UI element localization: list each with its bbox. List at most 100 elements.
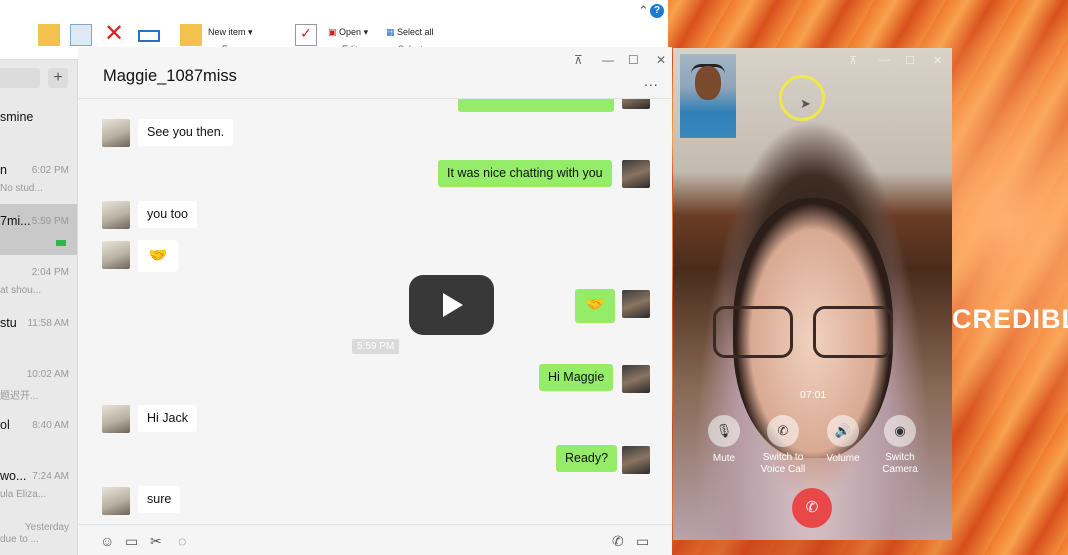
help-icon[interactable]: ?: [650, 4, 664, 18]
chat-item-preview: ula Eliza...: [0, 489, 47, 500]
chat-item-time: 2:04 PM: [31, 267, 69, 278]
folder-icon[interactable]: ▭: [125, 533, 138, 550]
avatar[interactable]: [622, 446, 650, 474]
hang-up-button[interactable]: ✆: [792, 488, 832, 528]
avatar[interactable]: [102, 487, 130, 515]
chat-toolbar: ☺ ▭ ✂ ◌ ✆ ▭: [78, 524, 672, 555]
chat-list-item[interactable]: ol 8:40 AM: [0, 408, 77, 459]
chat-item-name: n: [0, 163, 7, 177]
message-bubble-in: Hi Jack: [138, 405, 197, 432]
move-to-icon[interactable]: [38, 24, 60, 46]
minimize-icon[interactable]: —: [602, 53, 614, 67]
chat-list-sidebar: + smine n 6:02 PM No stud... 7mi... 5:59…: [0, 60, 78, 555]
avatar[interactable]: [622, 99, 650, 109]
chat-item-preview: at shou...: [0, 285, 42, 296]
chat-list-item-active[interactable]: 7mi... 5:59 PM: [0, 204, 77, 255]
chat-window: Maggie_1087miss ⊼ — ☐ ✕ ... See you then…: [78, 47, 672, 555]
chat-item-preview: No stud...: [0, 183, 43, 194]
pin-icon[interactable]: ⊼: [849, 54, 857, 67]
open-button[interactable]: ▣ Open ▾: [328, 27, 368, 38]
chat-item-time: 7:24 AM: [32, 471, 69, 482]
more-options-icon[interactable]: ...: [644, 73, 659, 89]
chat-list-item[interactable]: stu 11:58 AM: [0, 306, 77, 357]
switch-to-voice-label: Switch to Voice Call: [760, 452, 806, 475]
chat-title: Maggie_1087miss: [103, 67, 237, 85]
handshake-emoji: 🤝: [138, 240, 178, 272]
volume-label: Volume: [826, 453, 860, 464]
chat-list-item[interactable]: n 6:02 PM No stud...: [0, 153, 77, 204]
message-bubble-in: See you then.: [138, 119, 234, 146]
message-area[interactable]: See you then. It was nice chatting with …: [78, 99, 672, 524]
chat-list-item[interactable]: smine: [0, 102, 77, 153]
wallpaper-text: CREDIBLE: [952, 304, 1068, 334]
message-bubble-in: you too: [138, 201, 198, 228]
screenshot-icon[interactable]: ✂: [150, 533, 162, 550]
minimize-icon[interactable]: ⌃: [638, 3, 649, 19]
switch-camera-button[interactable]: ◉: [884, 415, 916, 447]
chat-list-item[interactable]: 10:02 AM 题迟开...: [0, 357, 77, 408]
self-video-preview[interactable]: [680, 54, 736, 138]
message-bubble-out: Ready?: [556, 445, 618, 472]
mute-label: Mute: [712, 453, 736, 464]
switch-camera-label: Switch Camera: [882, 452, 918, 475]
volume-button[interactable]: 🔊: [827, 415, 859, 447]
avatar[interactable]: [102, 405, 130, 433]
chat-item-name: wo...: [0, 469, 27, 483]
mute-button[interactable]: 🎙: [708, 415, 740, 447]
close-icon[interactable]: ✕: [933, 54, 942, 67]
chat-history-icon[interactable]: ◌: [178, 533, 186, 549]
explorer-titlebar: ⌃ ?: [0, 0, 668, 22]
close-icon[interactable]: ✕: [656, 53, 666, 67]
emoji-icon[interactable]: ☺: [100, 533, 114, 549]
copy-to-icon[interactable]: [70, 24, 92, 46]
new-item-button[interactable]: New item ▾: [208, 27, 253, 38]
video-call-icon[interactable]: ▭: [636, 533, 649, 550]
video-call-window: ⊼ — ☐ ✕ ➤ 07:01 🎙 ✆ 🔊 ◉ Mute Switch to V…: [673, 48, 952, 540]
chat-item-time: 11:58 AM: [27, 318, 69, 329]
chat-item-name: 7mi...: [0, 214, 31, 228]
chat-item-name: smine: [0, 110, 34, 124]
minimize-icon[interactable]: —: [879, 54, 890, 66]
remote-video-detail: [713, 306, 793, 358]
message-bubble-out: [458, 99, 614, 112]
chat-list-item[interactable]: Yesterday due to ...: [0, 510, 77, 555]
chat-item-time: 5:59 PM: [31, 216, 69, 227]
chat-item-name: stu: [0, 316, 17, 330]
video-call-icon: [56, 240, 66, 246]
chat-item-preview: 题迟开...: [0, 391, 39, 402]
voice-call-icon[interactable]: ✆: [612, 533, 624, 550]
chat-item-time: Yesterday: [24, 522, 69, 533]
self-video-detail: [695, 66, 721, 100]
maximize-icon[interactable]: ☐: [905, 54, 915, 67]
properties-icon[interactable]: ✓: [295, 24, 317, 46]
add-chat-button[interactable]: +: [48, 68, 68, 88]
message-bubble-out: Hi Maggie: [539, 364, 614, 391]
delete-icon[interactable]: ✕: [104, 22, 126, 46]
time-separator: 5:59 PM: [352, 339, 400, 354]
call-timer: 07:01: [800, 389, 827, 401]
chat-list-item[interactable]: wo... 7:24 AM ula Eliza...: [0, 459, 77, 510]
avatar[interactable]: [622, 160, 650, 188]
chat-item-name: ol: [0, 418, 10, 432]
maximize-icon[interactable]: ☐: [628, 53, 639, 67]
message-bubble-in: sure: [138, 486, 181, 513]
rename-icon[interactable]: [138, 30, 160, 42]
avatar[interactable]: [102, 201, 130, 229]
chat-item-time: 6:02 PM: [31, 165, 69, 176]
select-all-button[interactable]: ▦ Select all: [386, 27, 434, 38]
avatar[interactable]: [102, 119, 130, 147]
chat-header: Maggie_1087miss ⊼ — ☐ ✕ ...: [78, 47, 672, 99]
switch-to-voice-button[interactable]: ✆: [767, 415, 799, 447]
pin-icon[interactable]: ⊼: [574, 53, 583, 67]
play-button[interactable]: [409, 275, 494, 335]
message-bubble-out: It was nice chatting with you: [438, 160, 612, 187]
chat-item-preview: due to ...: [0, 534, 39, 545]
avatar[interactable]: [622, 290, 650, 318]
chat-item-time: 10:02 AM: [26, 369, 69, 380]
new-folder-icon[interactable]: [180, 24, 202, 46]
avatar[interactable]: [622, 365, 650, 393]
chat-list-item[interactable]: 2:04 PM at shou...: [0, 255, 77, 306]
mouse-cursor-icon: ➤: [800, 96, 811, 111]
avatar[interactable]: [102, 241, 130, 269]
search-input[interactable]: [0, 68, 40, 88]
